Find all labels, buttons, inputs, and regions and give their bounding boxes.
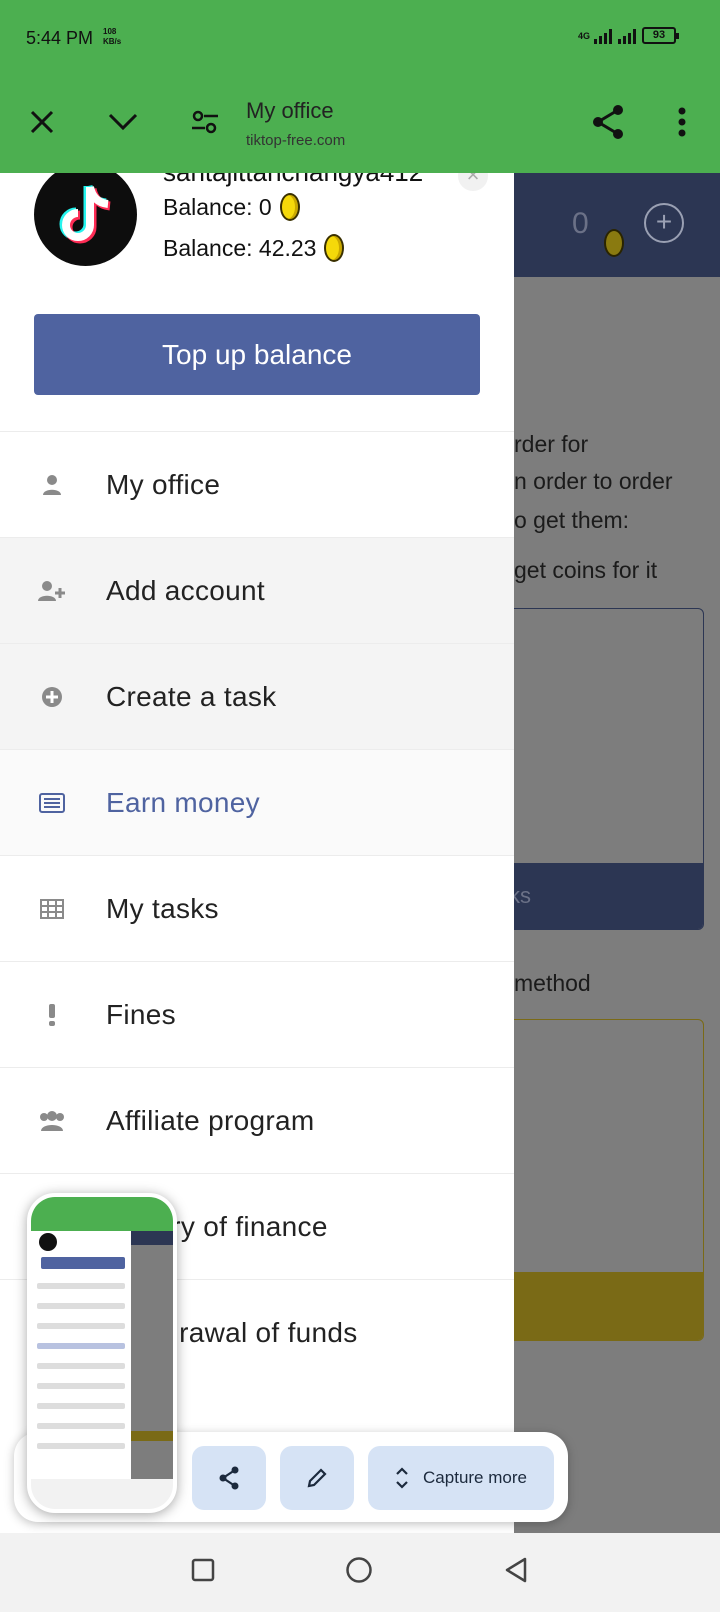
tune-icon xyxy=(192,110,218,134)
table-icon xyxy=(38,895,66,923)
plus-circle-icon xyxy=(38,683,66,711)
status-time: 5:44 PM xyxy=(26,28,94,48)
list-card-icon xyxy=(38,789,66,817)
menu-label: My office xyxy=(106,468,221,500)
menu-label: My tasks xyxy=(106,892,219,924)
add-balance-button[interactable]: + xyxy=(644,203,684,243)
bg-task-card-button: ks xyxy=(514,863,703,929)
more-options-button[interactable] xyxy=(660,100,704,144)
battery-icon: 93 xyxy=(642,27,679,44)
minimize-button[interactable] xyxy=(101,100,145,144)
menu-label: Fines xyxy=(106,998,176,1030)
menu-label: Create a task xyxy=(106,680,277,712)
page-title: My office xyxy=(246,98,334,123)
balance-line-1: Balance: 0 xyxy=(163,193,300,221)
thumbnail-background xyxy=(131,1231,173,1481)
menu-item-fines[interactable]: Fines xyxy=(0,961,514,1067)
balance-line-2: Balance: 42.23 xyxy=(163,234,345,262)
thumbnail-avatar xyxy=(39,1233,57,1251)
menu-label: Affiliate program xyxy=(106,1104,315,1136)
share-icon xyxy=(219,1466,239,1490)
site-settings-button[interactable] xyxy=(183,100,227,144)
thumbnail-row xyxy=(37,1403,125,1409)
user-plus-icon xyxy=(38,577,66,605)
thumbnail-row xyxy=(37,1423,125,1429)
thumbnail-nav xyxy=(31,1479,173,1509)
capture-more-label: Capture more xyxy=(423,1468,527,1487)
bg-text-line: n order to order xyxy=(514,468,673,494)
network-type-label: 4G xyxy=(577,30,590,41)
username: santajittanchangya412 xyxy=(163,173,423,188)
menu-label: Add account xyxy=(106,574,265,606)
bg-method-card-button xyxy=(514,1272,703,1340)
thumbnail-row xyxy=(37,1283,125,1289)
share-icon xyxy=(593,105,623,139)
balance-text: Balance: 42.23 xyxy=(163,234,317,261)
balance-text: Balance: 0 xyxy=(163,193,272,220)
coin-icon xyxy=(324,234,345,262)
bg-task-card: ks xyxy=(514,608,704,930)
thumbnail-row xyxy=(37,1303,125,1309)
bg-balance: 0 xyxy=(572,207,589,240)
circle-icon xyxy=(346,1557,372,1583)
menu-item-affiliate[interactable]: Affiliate program xyxy=(0,1067,514,1173)
bg-text-method: method xyxy=(514,970,591,996)
thumbnail-row xyxy=(37,1363,125,1369)
top-up-balance-button[interactable]: Top up balance xyxy=(34,314,480,395)
close-drawer-button[interactable]: × xyxy=(458,173,488,191)
capture-more-button[interactable]: Capture more xyxy=(368,1446,554,1510)
system-nav-bar xyxy=(0,1533,720,1612)
menu-label: Earn money xyxy=(106,786,260,818)
menu-item-my-office[interactable]: My office xyxy=(0,431,514,537)
screenshot-edit-button[interactable] xyxy=(280,1446,354,1510)
pencil-icon xyxy=(307,1468,327,1488)
screenshot-share-button[interactable] xyxy=(192,1446,266,1510)
network-speed: 108 KB/s xyxy=(103,27,122,46)
thumbnail-button xyxy=(41,1257,125,1269)
thumbnail-row xyxy=(37,1323,125,1329)
back-button[interactable] xyxy=(503,1556,529,1589)
square-icon xyxy=(191,1558,215,1582)
users-icon xyxy=(38,1107,66,1135)
exclamation-icon xyxy=(38,1001,66,1029)
more-vert-icon xyxy=(678,107,686,137)
chevron-down-icon xyxy=(108,113,138,131)
home-button[interactable] xyxy=(345,1556,373,1589)
menu-item-earn-money[interactable]: Earn money xyxy=(0,749,514,855)
bg-method-card xyxy=(514,1019,704,1341)
thumbnail-drawer xyxy=(31,1231,131,1481)
browser-header: 5:44 PM 108 KB/s 4G 93 My office tiktop-… xyxy=(0,0,720,173)
thumbnail-row xyxy=(37,1383,125,1389)
bg-text-line: o get them: xyxy=(514,507,630,533)
background-page: 0 + rder for n order to order o get them… xyxy=(514,173,720,1533)
user-icon xyxy=(38,471,66,499)
share-button[interactable] xyxy=(586,100,630,144)
page-url[interactable]: tiktop-free.com xyxy=(246,132,345,149)
coin-icon xyxy=(604,229,624,257)
expand-vertical-icon xyxy=(396,1467,408,1489)
coin-icon xyxy=(279,193,300,221)
bg-header: 0 + xyxy=(514,173,720,277)
menu-item-create-task[interactable]: Create a task xyxy=(0,643,514,749)
avatar xyxy=(34,173,137,266)
thumbnail-row xyxy=(37,1343,125,1349)
thumbnail-header xyxy=(31,1197,173,1231)
menu-item-my-tasks[interactable]: My tasks xyxy=(0,855,514,961)
bg-text-line: get coins for it xyxy=(514,557,658,583)
close-tab-button[interactable] xyxy=(20,100,64,144)
status-icons: 4G 93 xyxy=(577,27,679,44)
bg-text-line: rder for xyxy=(514,431,589,457)
signal-icon-2 xyxy=(618,28,636,44)
recents-button[interactable] xyxy=(191,1558,215,1587)
screenshot-thumbnail[interactable] xyxy=(27,1193,177,1513)
signal-icon xyxy=(594,28,612,44)
close-icon xyxy=(30,110,54,134)
tiktok-logo-icon xyxy=(59,184,111,243)
menu-item-add-account[interactable]: Add account xyxy=(0,537,514,643)
triangle-back-icon xyxy=(505,1557,527,1583)
thumbnail-row xyxy=(37,1443,125,1449)
